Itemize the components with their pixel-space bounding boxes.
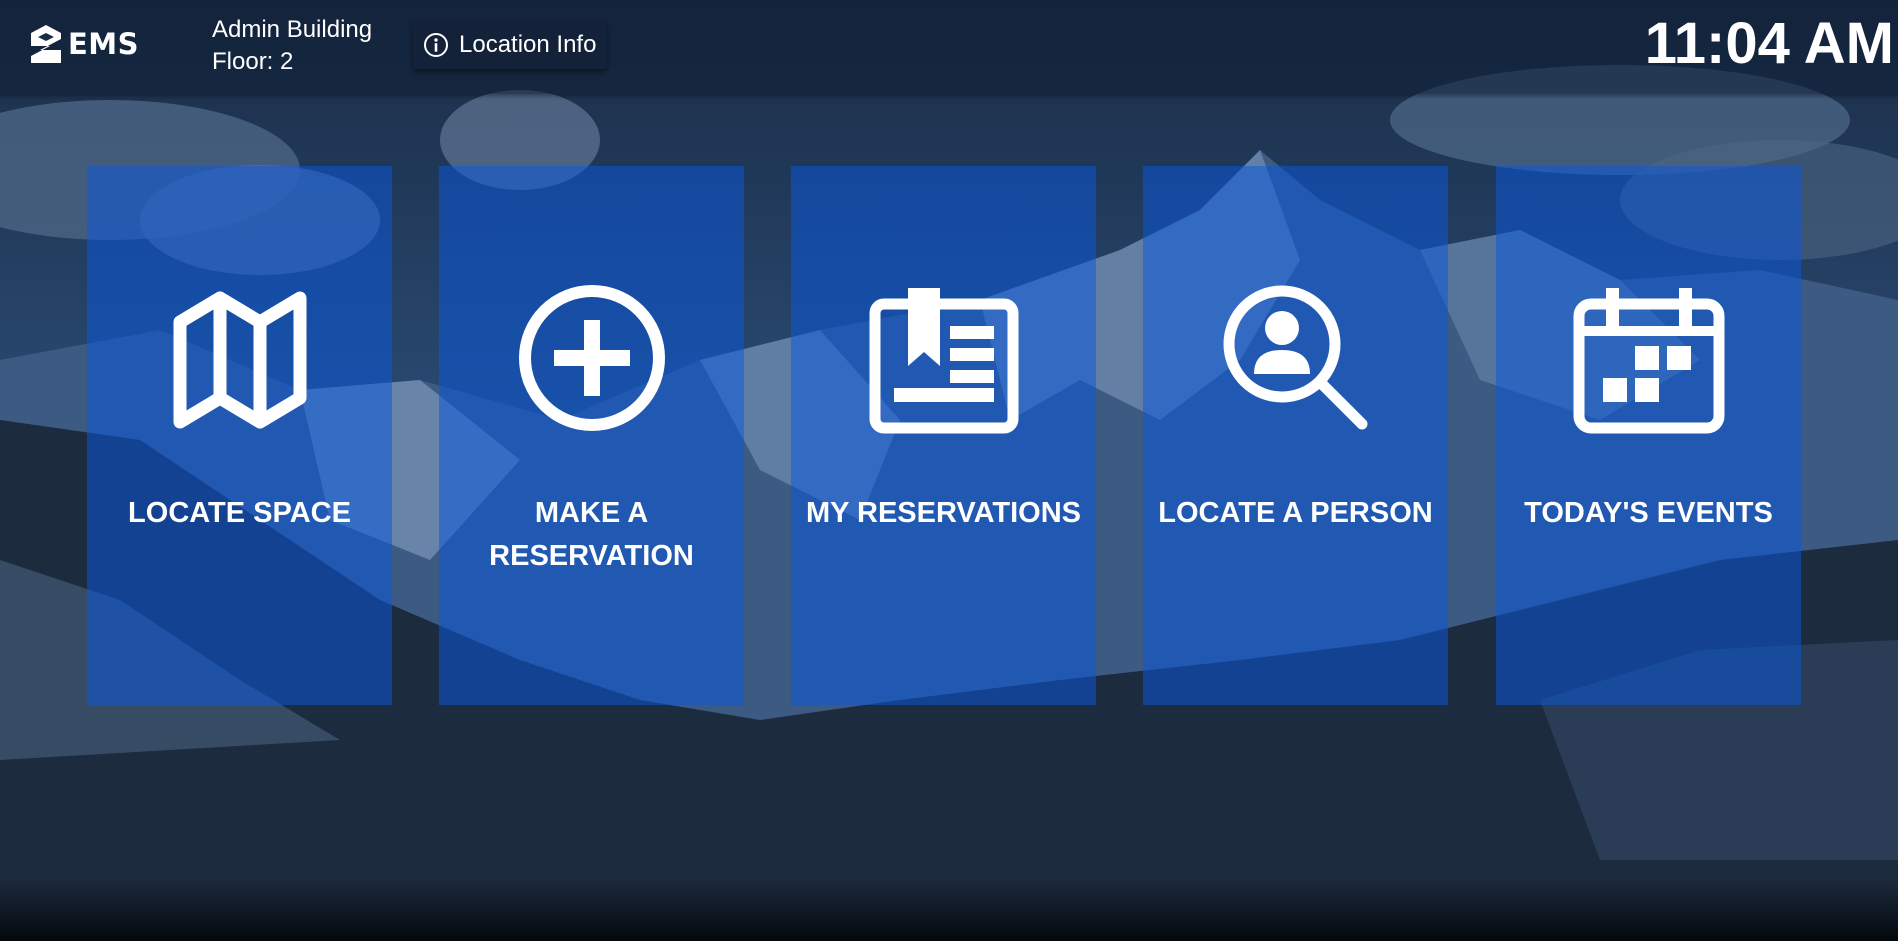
clock: 11:04 AM xyxy=(1644,11,1894,76)
reservation-book-icon xyxy=(869,288,1018,434)
kiosk-home-screen: EMS Admin Building Floor: 2 Location Inf… xyxy=(0,0,1898,941)
floor-label: Floor: 2 xyxy=(212,48,294,75)
tile-label: MY RESERVATIONS xyxy=(805,497,1082,529)
plus-circle-icon xyxy=(518,285,665,431)
tile-label: MAKE A RESERVATION xyxy=(489,497,694,572)
search-person-icon xyxy=(1223,285,1367,430)
logo-text: EMS xyxy=(68,27,140,61)
tile-my-reservations[interactable]: MY RESERVATIONS xyxy=(791,166,1096,705)
tile-locate-person[interactable]: LOCATE A PERSON xyxy=(1143,166,1448,705)
ems-logo-icon xyxy=(31,25,61,63)
location-info-button[interactable]: Location Info xyxy=(413,21,607,69)
location-info-text: Admin Building Floor: 2 xyxy=(212,14,372,78)
tile-todays-events[interactable]: TODAY'S EVENTS xyxy=(1496,166,1801,705)
map-icon xyxy=(173,291,306,429)
tile-label: TODAY'S EVENTS xyxy=(1524,497,1773,529)
building-name: Admin Building xyxy=(212,16,373,43)
tile-label: LOCATE A PERSON xyxy=(1158,497,1433,529)
location-info-button-label: Location Info xyxy=(459,31,597,58)
tile-make-reservation[interactable]: MAKE A RESERVATION xyxy=(439,166,744,705)
tile-locate-space[interactable]: LOCATE SPACE xyxy=(87,166,392,705)
info-icon xyxy=(424,33,448,57)
tile-label: LOCATE SPACE xyxy=(128,497,351,529)
calendar-icon xyxy=(1573,288,1724,434)
ems-logo: EMS xyxy=(28,22,139,66)
